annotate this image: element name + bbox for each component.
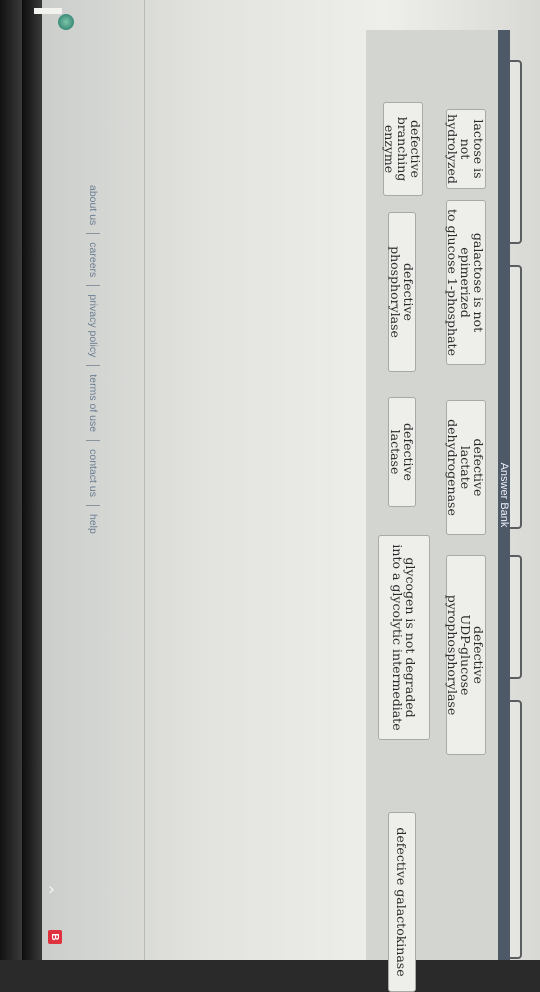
monitor-bezel xyxy=(0,0,22,960)
footer-link-contact[interactable]: contact us xyxy=(87,449,99,497)
divider xyxy=(144,0,145,960)
answer-chip[interactable]: defective UDP-glucose pyrophosphorylase xyxy=(445,555,487,755)
rotated-page: Answer Bank lactose is not hydrolyzed ga… xyxy=(22,0,540,992)
chip-line: into a glycolytic intermediate xyxy=(390,544,405,731)
footer-separator xyxy=(86,233,100,235)
chevron-up-icon[interactable]: › xyxy=(48,879,55,900)
chip-line: to glucose 1-phosphate xyxy=(445,209,461,356)
answer-chip[interactable]: defective phosphorylase xyxy=(388,212,416,372)
footer-link-careers[interactable]: careers xyxy=(87,242,99,277)
chip-line: galactose is not epimerized xyxy=(458,232,487,333)
footer-separator xyxy=(86,505,100,506)
chip-line: defective xyxy=(471,438,487,497)
footer-link-terms[interactable]: terms of use xyxy=(87,374,99,432)
footer-separator xyxy=(86,365,100,367)
chip-line: not hydrolyzed xyxy=(445,114,474,184)
answer-chip[interactable]: defective lactate dehydrogenase xyxy=(445,400,487,535)
answer-chip[interactable]: galactose is not epimerized to glucose 1… xyxy=(445,200,487,365)
footer-link-privacy[interactable]: privacy policy xyxy=(87,294,99,357)
footer-separator xyxy=(86,440,100,442)
answer-chip[interactable]: lactose is not hydrolyzed xyxy=(445,109,487,189)
footer-links: about us careers privacy policy terms of… xyxy=(86,185,100,534)
chip-line: defective xyxy=(408,120,424,178)
answer-bank: lactose is not hydrolyzed galactose is n… xyxy=(366,30,498,992)
chip-line: defective galactokinase xyxy=(394,827,410,977)
chip-line: defective lactase xyxy=(388,423,416,481)
answer-chip[interactable]: defective branching enzyme xyxy=(382,102,424,196)
chip-line: defective xyxy=(471,626,487,684)
chip-line: glycogen is not degraded xyxy=(403,557,418,718)
chip-line: lactate dehydrogenase xyxy=(445,419,474,516)
answer-chip[interactable]: glycogen is not degraded into a glycolyt… xyxy=(378,535,430,740)
chip-line: defective phosphorylase xyxy=(388,246,416,338)
footer-link-about[interactable]: about us xyxy=(87,185,99,225)
b-app-icon[interactable]: B xyxy=(48,930,62,944)
answer-bank-title: Answer Bank xyxy=(498,30,510,960)
app-globe-icon[interactable] xyxy=(58,14,74,30)
answer-chip[interactable]: defective lactase xyxy=(388,397,416,507)
taskbar xyxy=(22,0,42,960)
tab-indicator xyxy=(34,8,62,14)
answer-chip[interactable]: defective galactokinase xyxy=(388,812,416,992)
footer-link-help[interactable]: help xyxy=(87,514,99,534)
footer-separator xyxy=(86,285,100,287)
chip-line: branching enzyme xyxy=(382,116,411,182)
chip-line: lactose is xyxy=(471,119,487,179)
chip-line: UDP-glucose pyrophosphorylase xyxy=(445,594,474,716)
